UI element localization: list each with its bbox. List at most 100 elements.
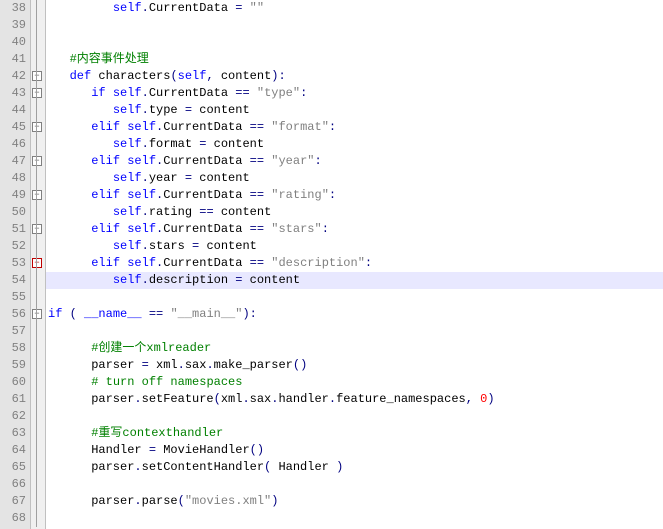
code-line[interactable]: self.description = content <box>46 272 663 289</box>
token-kw: __name__ <box>84 307 142 321</box>
line-number: 56 <box>6 306 26 323</box>
token-op: ( <box>214 392 221 406</box>
code-line[interactable]: #内容事件处理 <box>46 51 663 68</box>
token-plain: CurrentData <box>149 1 235 15</box>
token-op: == <box>199 205 213 219</box>
token-op: . <box>142 239 149 253</box>
token-kw: self <box>127 256 156 270</box>
line-number: 59 <box>6 357 26 374</box>
code-line[interactable] <box>46 408 663 425</box>
token-plain: setContentHandler <box>142 460 264 474</box>
token-str: "__main__" <box>170 307 242 321</box>
token-op: : <box>329 188 336 202</box>
token-plain <box>106 86 113 100</box>
token-plain <box>48 120 91 134</box>
code-line[interactable] <box>46 17 663 34</box>
token-plain: sax <box>250 392 272 406</box>
token-kw: elif <box>91 188 120 202</box>
token-plain: stars <box>149 239 192 253</box>
token-comment: #创建一个xmlreader <box>91 341 211 355</box>
token-plain: Handler <box>48 443 149 457</box>
code-line[interactable]: parser.setFeature(xml.sax.handler.featur… <box>46 391 663 408</box>
code-line[interactable]: #重写contexthandler <box>46 425 663 442</box>
token-kw: self <box>178 69 207 83</box>
token-op: ( <box>178 494 185 508</box>
code-line[interactable]: parser.setContentHandler( Handler ) <box>46 459 663 476</box>
token-kw: self <box>127 188 156 202</box>
line-number: 64 <box>6 442 26 459</box>
token-op: : <box>250 307 257 321</box>
code-line[interactable]: self.format = content <box>46 136 663 153</box>
token-op: . <box>142 273 149 287</box>
code-line[interactable]: self.CurrentData = "" <box>46 0 663 17</box>
line-number: 55 <box>6 289 26 306</box>
token-plain: parser <box>48 358 142 372</box>
token-kw: if <box>48 307 62 321</box>
fold-toggle-icon[interactable]: − <box>32 71 42 81</box>
code-area[interactable]: self.CurrentData = "" #内容事件处理 def charac… <box>46 0 663 529</box>
token-plain: type <box>149 103 185 117</box>
token-plain <box>48 154 91 168</box>
code-line[interactable]: elif self.CurrentData == "description": <box>46 255 663 272</box>
token-plain: feature_namespaces <box>336 392 466 406</box>
token-str: "year" <box>271 154 314 168</box>
token-plain: content <box>214 205 272 219</box>
token-plain <box>48 171 113 185</box>
code-line[interactable] <box>46 323 663 340</box>
token-op: . <box>206 358 213 372</box>
token-op: = <box>142 358 149 372</box>
line-number: 65 <box>6 459 26 476</box>
fold-toggle-icon[interactable]: − <box>32 190 42 200</box>
token-op: ) <box>336 460 343 474</box>
fold-toggle-icon[interactable]: − <box>32 88 42 98</box>
token-plain <box>48 222 91 236</box>
code-line[interactable]: elif self.CurrentData == "year": <box>46 153 663 170</box>
line-number: 39 <box>6 17 26 34</box>
fold-toggle-icon[interactable]: − <box>32 309 42 319</box>
token-op: ( <box>250 443 257 457</box>
code-line[interactable] <box>46 476 663 493</box>
code-line[interactable]: elif self.CurrentData == "rating": <box>46 187 663 204</box>
code-line[interactable]: elif self.CurrentData == "stars": <box>46 221 663 238</box>
code-line[interactable]: if self.CurrentData == "type": <box>46 85 663 102</box>
code-line[interactable]: elif self.CurrentData == "format": <box>46 119 663 136</box>
token-plain <box>142 307 149 321</box>
token-op: . <box>142 205 149 219</box>
token-kw: elif <box>91 120 120 134</box>
code-line[interactable] <box>46 289 663 306</box>
token-op: . <box>142 86 149 100</box>
line-number: 53 <box>6 255 26 272</box>
code-line[interactable]: # turn off namespaces <box>46 374 663 391</box>
code-line[interactable]: #创建一个xmlreader <box>46 340 663 357</box>
token-op: . <box>142 137 149 151</box>
code-line[interactable] <box>46 510 663 527</box>
token-kw: self <box>113 239 142 253</box>
code-line[interactable]: def characters(self, content): <box>46 68 663 85</box>
line-number: 45 <box>6 119 26 136</box>
fold-toggle-icon[interactable]: − <box>32 224 42 234</box>
token-comment: #重写contexthandler <box>91 426 223 440</box>
token-plain: handler <box>278 392 328 406</box>
token-plain: xml <box>149 358 178 372</box>
token-plain: content <box>192 171 250 185</box>
line-number: 50 <box>6 204 26 221</box>
fold-toggle-icon[interactable]: − <box>32 156 42 166</box>
code-line[interactable]: self.type = content <box>46 102 663 119</box>
token-plain: CurrentData <box>163 188 249 202</box>
fold-toggle-icon[interactable]: − <box>32 258 42 268</box>
fold-toggle-icon[interactable]: − <box>32 122 42 132</box>
token-op: ) <box>242 307 249 321</box>
token-op: : <box>322 222 329 236</box>
line-number: 51 <box>6 221 26 238</box>
code-line[interactable]: if ( __name__ == "__main__"): <box>46 306 663 323</box>
line-number: 57 <box>6 323 26 340</box>
code-line[interactable]: self.rating == content <box>46 204 663 221</box>
code-line[interactable]: Handler = MovieHandler() <box>46 442 663 459</box>
code-line[interactable]: parser = xml.sax.make_parser() <box>46 357 663 374</box>
line-number: 52 <box>6 238 26 255</box>
code-line[interactable]: self.year = content <box>46 170 663 187</box>
code-line[interactable] <box>46 34 663 51</box>
token-op: == <box>250 154 264 168</box>
code-line[interactable]: parser.parse("movies.xml") <box>46 493 663 510</box>
code-line[interactable]: self.stars = content <box>46 238 663 255</box>
